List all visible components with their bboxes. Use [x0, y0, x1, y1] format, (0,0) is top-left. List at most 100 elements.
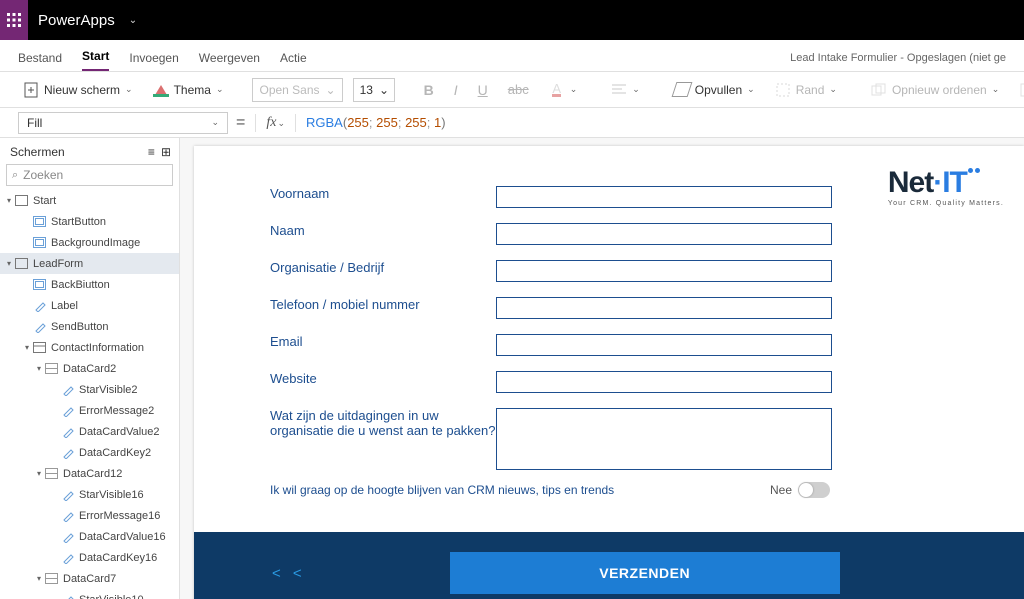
font-color-icon: A	[549, 82, 565, 98]
tree-node[interactable]: ▾Start	[0, 190, 179, 211]
underline-button[interactable]: U	[473, 79, 493, 101]
border-label: Rand	[796, 83, 825, 97]
tab-weergeven[interactable]: Weergeven	[199, 51, 260, 71]
tree-node[interactable]: StartButton	[0, 211, 179, 232]
fill-label: Opvullen	[695, 83, 742, 97]
node-icon	[60, 405, 75, 417]
tree-node[interactable]: ▾ContactInformation	[0, 337, 179, 358]
screen-tree[interactable]: ▾StartStartButtonBackgroundImage▾LeadFor…	[0, 190, 179, 599]
font-select[interactable]: Open Sans ⌄	[252, 78, 342, 102]
tree-node[interactable]: ErrorMessage2	[0, 400, 179, 421]
node-icon	[32, 300, 47, 312]
tree-view-icons[interactable]: ≡⊞	[148, 145, 171, 159]
fx-icon[interactable]: fx	[266, 115, 285, 131]
align-button[interactable]: Uitlijnen⌄	[1014, 79, 1024, 101]
form-row: Wat zijn de uitdagingen in uw organisati…	[270, 408, 832, 470]
tab-bestand[interactable]: Bestand	[18, 51, 62, 71]
font-value: Open Sans	[259, 83, 319, 97]
list-view-icon[interactable]: ≡	[148, 145, 155, 159]
form-row: Naam	[270, 223, 832, 245]
back-button[interactable]: < <	[272, 565, 306, 582]
tree-node[interactable]: DataCardValue16	[0, 526, 179, 547]
tree-title: Schermen	[10, 145, 65, 159]
field-label: Organisatie / Bedrijf	[270, 260, 496, 275]
tree-node[interactable]: StarVisible16	[0, 484, 179, 505]
tree-node[interactable]: BackgroundImage	[0, 232, 179, 253]
caret-icon[interactable]: ▾	[4, 196, 14, 205]
caret-icon[interactable]: ▾	[34, 469, 44, 478]
new-screen-button[interactable]: Nieuw scherm⌄	[18, 79, 138, 101]
tree-node[interactable]: ▾LeadForm	[0, 253, 179, 274]
new-screen-label: Nieuw scherm	[44, 83, 120, 97]
tree-node[interactable]: DataCardValue2	[0, 421, 179, 442]
reorder-button[interactable]: Opnieuw ordenen ⌄	[866, 79, 1004, 101]
newsletter-toggle[interactable]: Nee	[770, 482, 830, 498]
node-icon	[32, 216, 47, 227]
node-icon	[32, 279, 47, 290]
tree-node[interactable]: ErrorMessage16	[0, 505, 179, 526]
tree-node[interactable]: StarVisible2	[0, 379, 179, 400]
field-input[interactable]	[496, 223, 832, 245]
tree-node[interactable]: ▾DataCard2	[0, 358, 179, 379]
tab-actie[interactable]: Actie	[280, 51, 307, 71]
form-row: Voornaam	[270, 186, 832, 208]
node-icon	[60, 594, 75, 599]
reorder-label: Opnieuw ordenen	[892, 83, 987, 97]
waffle-icon[interactable]	[0, 0, 28, 40]
bold-button[interactable]: B	[419, 79, 439, 101]
chevron-down-icon: ⌄	[632, 84, 640, 95]
caret-icon[interactable]: ▾	[34, 574, 44, 583]
caret-icon[interactable]: ▾	[34, 364, 44, 373]
node-icon	[44, 363, 59, 374]
theme-button[interactable]: Thema⌄	[148, 79, 229, 101]
font-size-select[interactable]: 13⌄	[353, 78, 395, 102]
caret-icon[interactable]: ▾	[4, 259, 14, 268]
property-select[interactable]: Fill⌄	[18, 112, 228, 134]
field-input[interactable]	[496, 371, 832, 393]
tree-node[interactable]: ▾DataCard7	[0, 568, 179, 589]
text-align-button[interactable]: ⌄	[606, 79, 645, 101]
strike-button[interactable]: abc	[503, 79, 534, 100]
align-icon	[611, 82, 627, 98]
formula-fn: RGBA	[306, 115, 343, 130]
grid-view-icon[interactable]: ⊞	[161, 145, 171, 159]
caret-icon[interactable]: ▾	[22, 343, 32, 352]
app-canvas[interactable]: Net·IT Your CRM. Quality Matters. Voorna…	[194, 146, 1024, 599]
form-row: Website	[270, 371, 832, 393]
theme-label: Thema	[174, 83, 211, 97]
tab-invoegen[interactable]: Invoegen	[129, 51, 178, 71]
fill-button[interactable]: Opvullen⌄	[669, 79, 760, 101]
tree-node[interactable]: DataCardKey16	[0, 547, 179, 568]
brand-chevron-icon[interactable]: ⌄	[129, 15, 137, 26]
ribbon: Nieuw scherm⌄ Thema⌄ Open Sans⌄ 13⌄ B I …	[0, 72, 1024, 108]
separator	[255, 114, 256, 132]
chevron-down-icon: ⌄	[992, 84, 1000, 95]
field-input[interactable]	[496, 297, 832, 319]
node-icon	[60, 510, 75, 522]
formula-input[interactable]: RGBA(255; 255; 255; 1)	[306, 115, 446, 131]
send-button[interactable]: VERZENDEN	[450, 552, 840, 594]
newsletter-label: Ik wil graag op de hoogte blijven van CR…	[270, 483, 614, 497]
field-input[interactable]	[496, 186, 832, 208]
font-color-button[interactable]: A⌄	[544, 79, 583, 101]
italic-button[interactable]: I	[449, 79, 463, 101]
toggle-switch-icon[interactable]	[798, 482, 830, 498]
tab-start[interactable]: Start	[82, 49, 109, 71]
tree-node[interactable]: SendButton	[0, 316, 179, 337]
tree-node[interactable]: BackBiutton	[0, 274, 179, 295]
tree-search-input[interactable]: ⌕ Zoeken	[6, 164, 173, 186]
node-label: Label	[51, 300, 78, 312]
border-button[interactable]: Rand⌄	[770, 79, 842, 101]
chevron-down-icon: ⌄	[326, 83, 336, 97]
tree-node[interactable]: Label	[0, 295, 179, 316]
field-input[interactable]	[496, 408, 832, 470]
field-input[interactable]	[496, 260, 832, 282]
tree-node[interactable]: ▾DataCard12	[0, 463, 179, 484]
tree-node[interactable]: DataCardKey2	[0, 442, 179, 463]
field-input[interactable]	[496, 334, 832, 356]
node-icon	[60, 489, 75, 501]
node-label: StarVisible10	[79, 594, 144, 599]
field-label: Email	[270, 334, 496, 349]
tree-node[interactable]: StarVisible10	[0, 589, 179, 599]
send-label: VERZENDEN	[599, 565, 690, 581]
